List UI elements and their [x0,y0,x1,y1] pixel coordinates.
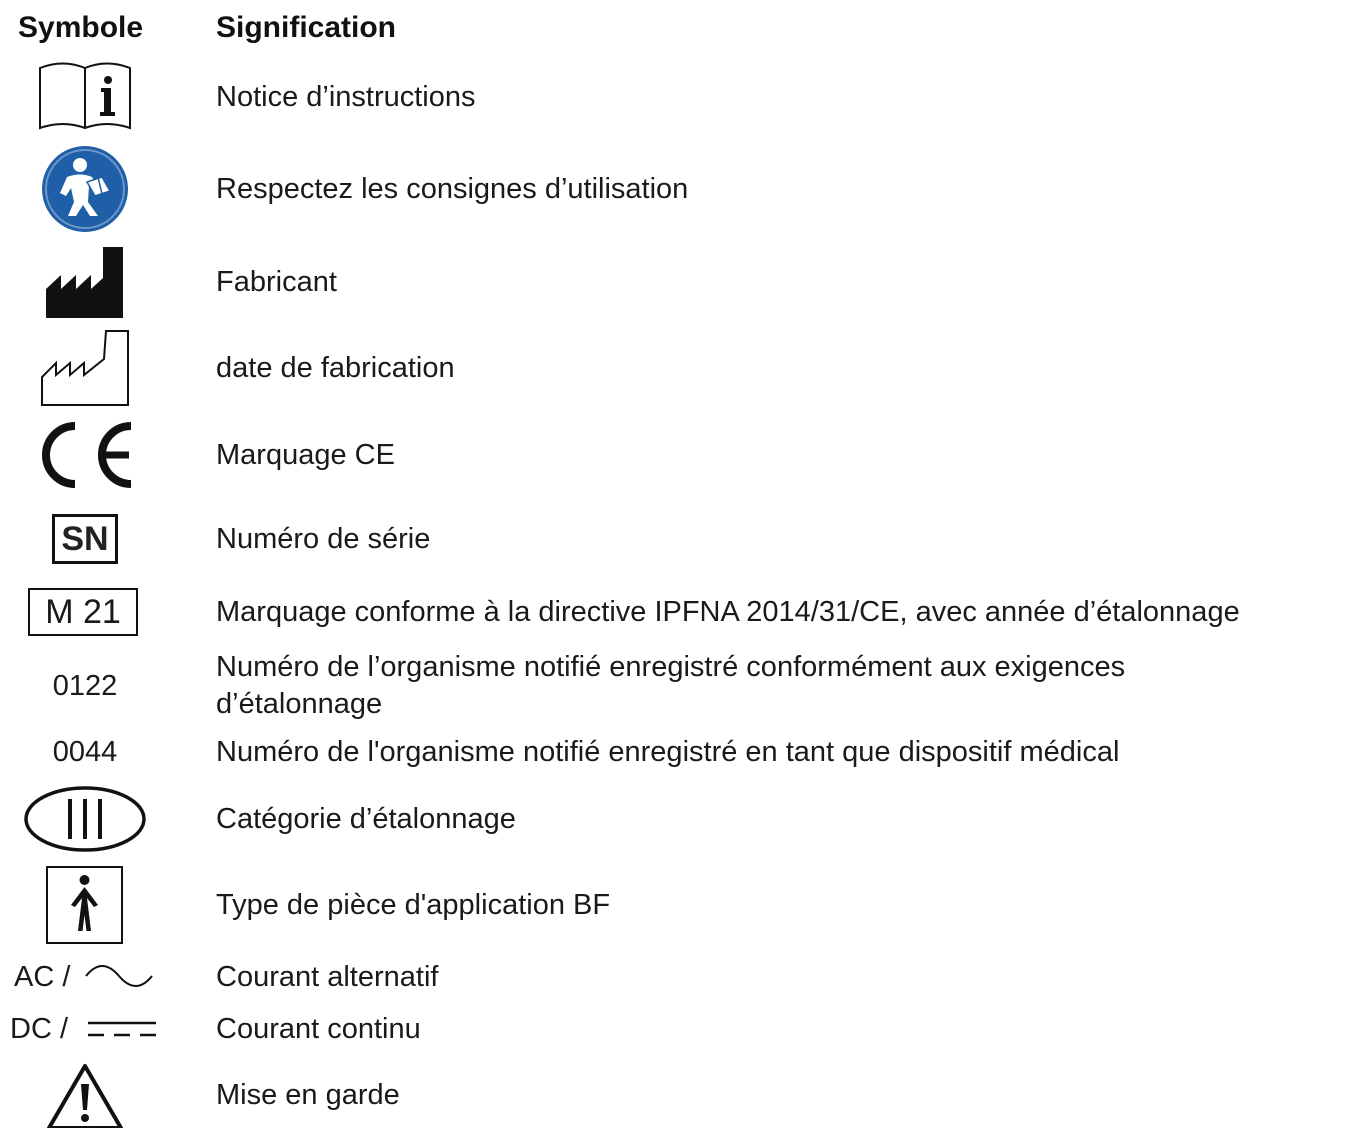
table-row: Fabricant [0,244,1353,320]
ce-mark-icon [0,418,170,492]
accuracy-class-icon [0,782,170,856]
symbol-cell: 0122 [0,648,170,724]
dc-label: DC / [10,1012,68,1045]
symbol-cell: 0044 [0,730,170,774]
table-row: 0044 Numéro de l'organisme notifié enreg… [0,730,1353,774]
row-meaning: Marquage CE [216,438,395,471]
table-row: M 21 Marquage conforme à la directive IP… [0,582,1353,642]
ac-label: AC / [14,960,71,993]
warning-icon [0,1062,170,1128]
table-row: SN Numéro de série [0,506,1353,572]
row-meaning: Notice d’instructions [216,80,476,113]
table-row: Type de pièce d'application BF [0,864,1353,946]
table-row: date de fabrication [0,328,1353,408]
table-row: Notice d’instructions [0,60,1353,134]
table-row: Catégorie d’étalonnage [0,782,1353,856]
table-row: Marquage CE [0,418,1353,492]
row-meaning: Numéro de l’organisme notifié enregistré… [216,651,1126,720]
table-row: 0122 Numéro de l’organisme notifié enreg… [0,648,1353,724]
row-meaning: Courant continu [216,1012,421,1045]
symbol-cell: M 21 [0,582,170,642]
alternating-current-icon [84,954,154,1000]
row-meaning: Numéro de l'organisme notifié enregistré… [216,735,1120,768]
direct-current-icon [86,1006,158,1052]
row-meaning: Numéro de série [216,522,431,555]
row-meaning: Catégorie d’étalonnage [216,802,516,835]
meaning-column-header: Signification [216,11,396,44]
table-row: AC / Courant alternatif [0,954,1353,1000]
row-meaning: date de fabrication [216,351,455,384]
table-row: Respectez les consignes d’utilisation [0,142,1353,236]
serial-number-icon: SN [52,514,118,564]
notified-body-number-0122: 0122 [52,669,118,702]
symbol-column-header: Symbole [18,11,144,44]
row-meaning: Courant alternatif [216,960,439,993]
symbol-cell: SN [0,506,170,572]
manufacture-date-icon [0,328,170,408]
row-meaning: Respectez les consignes d’utilisation [216,172,689,205]
row-meaning: Fabricant [216,265,337,298]
notified-body-number-0044: 0044 [52,735,118,768]
instructions-book-icon [0,60,170,134]
follow-instructions-icon [0,142,170,236]
row-meaning: Type de pièce d'application BF [216,888,611,921]
metrology-mark-icon: M 21 [28,588,138,636]
bf-applied-part-icon [0,864,170,946]
row-meaning: Marquage conforme à la directive IPFNA 2… [216,595,1240,628]
table-row: Mise en garde [0,1062,1353,1128]
row-meaning: Mise en garde [216,1078,400,1111]
manufacturer-icon [0,244,170,320]
table-row: DC / Courant continu [0,1006,1353,1052]
